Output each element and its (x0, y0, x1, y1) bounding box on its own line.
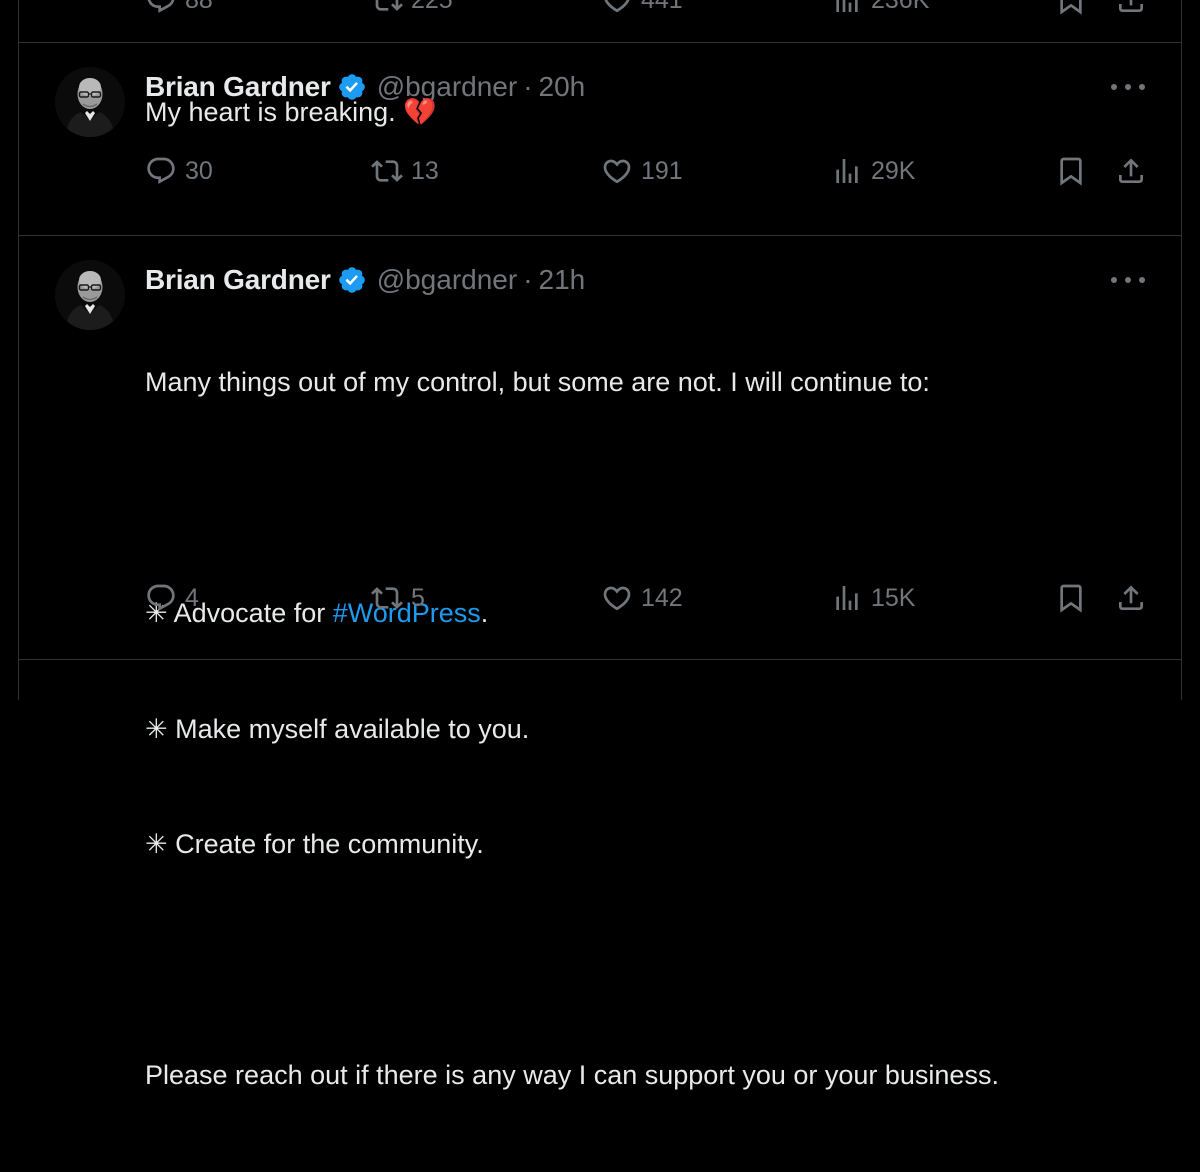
repost-count: 225 (411, 0, 453, 15)
tweet-line: Many things out of my control, but some … (145, 367, 930, 397)
views-icon (831, 582, 863, 614)
bookmark-icon (1055, 0, 1087, 16)
like-button[interactable]: 142 (601, 578, 683, 618)
reply-icon (145, 0, 177, 16)
bullet-item: ✳ Create for the community. (145, 825, 1141, 864)
views-count: 15K (871, 583, 916, 612)
bookmark-icon (1055, 155, 1087, 187)
reply-button[interactable]: 4 (145, 578, 199, 618)
repost-count: 5 (411, 583, 425, 612)
repost-button[interactable]: 225 (371, 0, 453, 20)
views-button[interactable]: 29K (831, 151, 915, 191)
tweet-actions: 88 225 441 236K (145, 0, 1151, 20)
bookmark-icon (1055, 582, 1087, 614)
tweet-text-body: My heart is breaking. (145, 97, 396, 127)
views-count: 29K (871, 156, 916, 185)
bullet-item: ✳ Make myself available to you. (145, 710, 1141, 749)
bullet-text: Make myself available to you. (175, 713, 530, 744)
like-button[interactable]: 441 (601, 0, 683, 20)
reply-button[interactable]: 88 (145, 0, 213, 20)
reply-count: 30 (185, 156, 213, 185)
reply-icon (145, 155, 177, 187)
views-button[interactable]: 236K (831, 0, 929, 20)
bookmark-button[interactable] (1055, 578, 1087, 618)
share-icon (1115, 155, 1147, 187)
tweet-partial[interactable]: 88 225 441 236K (19, 0, 1181, 42)
repost-button[interactable]: 5 (371, 578, 425, 618)
repost-icon (371, 0, 403, 16)
bookmark-button[interactable] (1055, 0, 1087, 20)
divider (19, 659, 1181, 660)
share-button[interactable] (1115, 0, 1147, 20)
like-count: 191 (641, 156, 683, 185)
tweet-actions: 30 13 191 29K (145, 151, 1151, 191)
share-icon (1115, 582, 1147, 614)
repost-icon (371, 155, 403, 187)
views-button[interactable]: 15K (831, 578, 915, 618)
avatar[interactable] (55, 260, 125, 330)
like-count: 142 (641, 583, 683, 612)
reply-count: 4 (185, 583, 199, 612)
timeline: 88 225 441 236K Bria (18, 0, 1182, 1090)
bookmark-button[interactable] (1055, 151, 1087, 191)
reply-icon (145, 582, 177, 614)
bullet-text: Create for the community. (175, 829, 484, 859)
broken-heart-emoji: 💔 (403, 97, 437, 127)
share-button[interactable] (1115, 151, 1147, 191)
repost-count: 13 (411, 156, 439, 185)
repost-icon (371, 582, 403, 614)
views-icon (831, 0, 863, 16)
tweet-actions: 4 5 142 15K (145, 578, 1151, 618)
like-icon (601, 582, 633, 614)
like-icon (601, 0, 633, 16)
bullet-marker: ✳ (145, 829, 168, 859)
bullet-marker: ✳ (145, 713, 168, 744)
tweet-text: My heart is breaking. 💔 (145, 93, 1141, 132)
tweet-text: Many things out of my control, but some … (145, 286, 1141, 1172)
share-button[interactable] (1115, 578, 1147, 618)
share-icon (1115, 0, 1147, 16)
like-icon (601, 155, 633, 187)
like-count: 441 (641, 0, 683, 15)
reply-count: 88 (185, 0, 213, 15)
like-button[interactable]: 191 (601, 151, 683, 191)
tweet[interactable]: Brian Gardner @bgardner · 21h Many thing… (19, 236, 1181, 1090)
views-count: 236K (871, 0, 929, 15)
repost-button[interactable]: 13 (371, 151, 439, 191)
tweet[interactable]: Brian Gardner @bgardner · 20h My heart i… (19, 43, 1181, 235)
reply-button[interactable]: 30 (145, 151, 213, 191)
tweet-line: Please reach out if there is any way I c… (145, 1060, 999, 1090)
avatar[interactable] (55, 67, 125, 137)
views-icon (831, 155, 863, 187)
